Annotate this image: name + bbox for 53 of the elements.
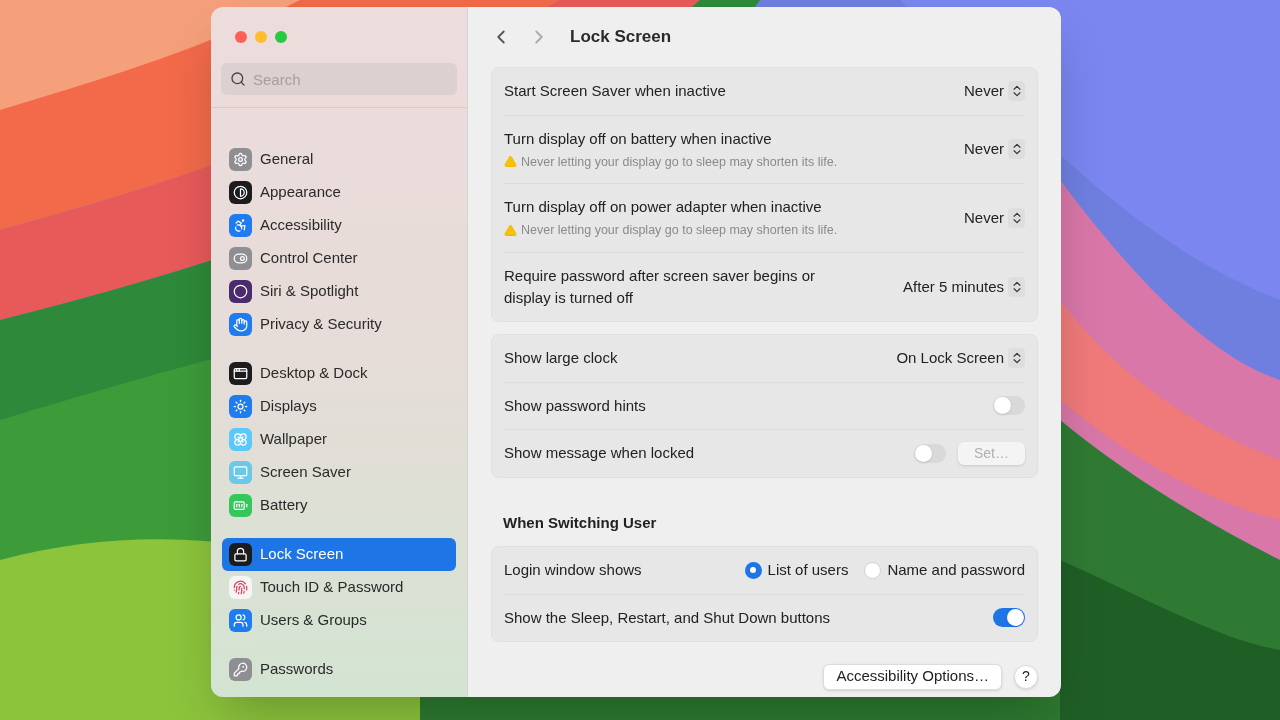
sidebar-item[interactable]: Displays (222, 390, 456, 423)
close-button[interactable] (235, 31, 247, 43)
stepper-icon (1008, 348, 1025, 369)
stepper-icon (1008, 139, 1025, 160)
popup-button[interactable]: Never (964, 138, 1025, 161)
setting-label: Show the Sleep, Restart, and Shut Down buttons (504, 607, 831, 628)
sidebar-item[interactable]: Touch ID & Password (222, 571, 456, 604)
help-button[interactable]: ? (1014, 664, 1038, 689)
toggle-switch[interactable] (914, 443, 946, 463)
sidebar-item[interactable]: General (222, 143, 456, 176)
stepper-icon (1008, 81, 1025, 102)
sidebar-item[interactable]: Screen Saver (222, 456, 456, 489)
sidebar-item[interactable]: Lock Screen (222, 538, 456, 571)
sidebar-item[interactable]: Passwords (222, 653, 456, 686)
section-heading: When Switching User (502, 512, 658, 533)
sidebar-item[interactable]: Wallpaper (222, 423, 456, 456)
zoom-button[interactable] (275, 31, 287, 43)
sidebar-item[interactable]: Accessibility (222, 209, 456, 242)
warning-icon (504, 155, 517, 169)
setting-label: Turn display off on battery when inactive (504, 128, 773, 149)
sidebar-item[interactable]: Battery (222, 489, 456, 522)
setting-label: Show password hints (504, 395, 646, 416)
warning-icon (504, 224, 517, 238)
toggle-switch[interactable] (993, 608, 1025, 627)
sidebar-item[interactable]: Users & Groups (222, 604, 456, 637)
popup-button[interactable]: Never (964, 80, 1025, 103)
stepper-icon (1008, 277, 1025, 297)
setting-label: Login window shows (504, 560, 642, 581)
window-title: Lock Screen (570, 26, 672, 49)
toggle-switch[interactable] (993, 396, 1025, 415)
warning-note: Never letting your display go to sleep may shorten its life. (521, 153, 838, 171)
sidebar-item[interactable]: Control Center (222, 242, 456, 275)
setting-label: Turn display off on power adapter when inactive (504, 197, 823, 218)
sidebar-item[interactable]: Appearance (222, 176, 456, 209)
search-icon (230, 71, 246, 87)
sidebar-item[interactable]: Privacy & Security (222, 308, 456, 341)
setting-label: Require password after screen saver begins or display is turned off (504, 266, 816, 308)
sidebar-item[interactable]: Desktop & Dock (222, 357, 456, 390)
popup-button[interactable]: On Lock Screen (896, 347, 1025, 370)
minimize-button[interactable] (255, 31, 267, 43)
sidebar-item[interactable]: Siri & Spotlight (222, 275, 456, 308)
radio-button[interactable] (864, 561, 882, 579)
warning-note: Never letting your display go to sleep may shorten its life. (521, 222, 838, 240)
radio-button[interactable] (744, 561, 762, 579)
setting-label: Start Screen Saver when inactive (504, 81, 726, 102)
popup-button[interactable]: Never (964, 206, 1025, 230)
setting-label: Show large clock (504, 348, 618, 369)
radio-option[interactable]: Name and password (864, 559, 1025, 582)
popup-button[interactable]: After 5 minutes (903, 275, 1025, 299)
setting-label: Show message when locked (504, 443, 695, 463)
accessibility-options-button[interactable]: Accessibility Options… (823, 663, 1002, 690)
radio-option[interactable]: List of users (744, 559, 849, 582)
stepper-icon (1008, 208, 1025, 229)
